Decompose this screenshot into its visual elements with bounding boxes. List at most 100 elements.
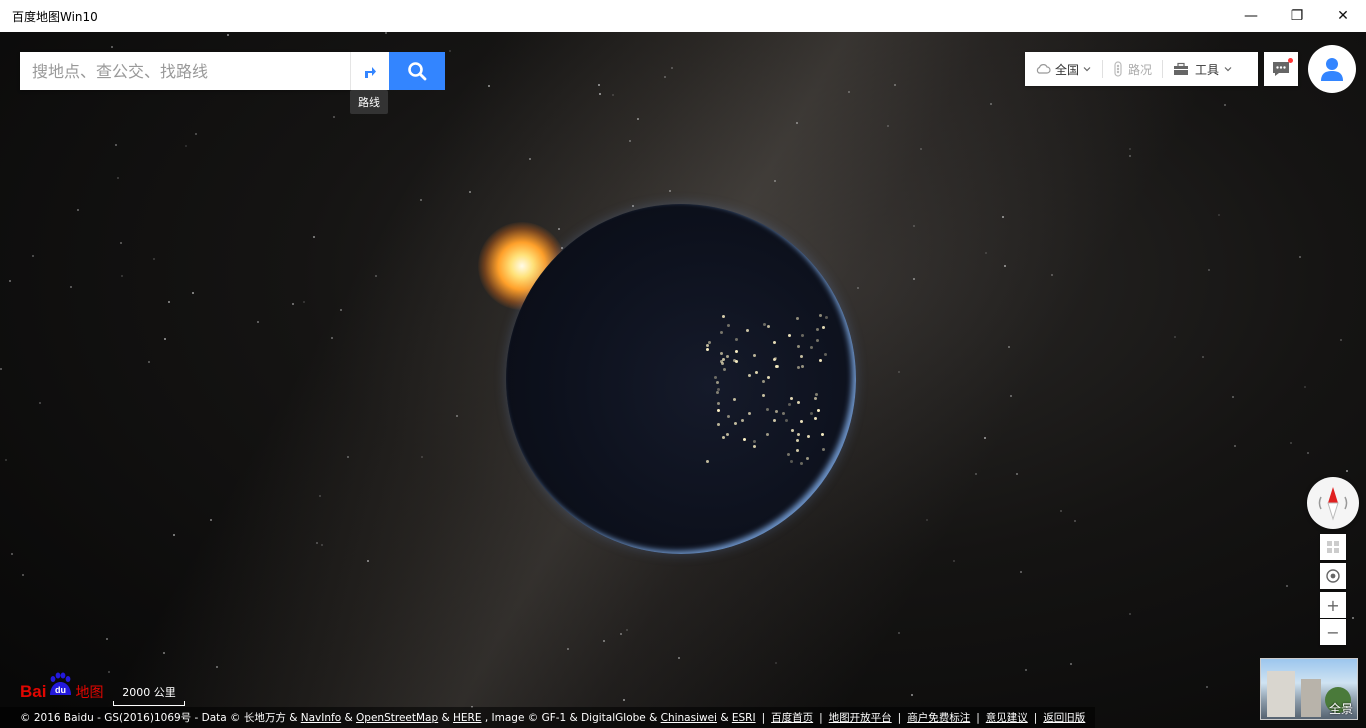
city-light (810, 346, 813, 349)
star (1025, 669, 1027, 671)
city-light (763, 323, 766, 326)
footer-link-open-platform[interactable]: 地图开放平台 (829, 710, 892, 725)
footer-link-merchant[interactable]: 商户免费标注 (907, 710, 970, 725)
footer-link-baidu-home[interactable]: 百度首页 (771, 710, 813, 725)
city-light (787, 453, 790, 456)
city-light (753, 354, 756, 357)
tools-label: 工具 (1195, 62, 1220, 77)
city-light (816, 328, 819, 331)
zoom-out-button[interactable]: − (1320, 619, 1346, 645)
panorama-building (1267, 671, 1295, 717)
star (1340, 339, 1342, 341)
star (313, 236, 315, 238)
earth-globe[interactable] (506, 204, 856, 554)
star (1070, 663, 1072, 665)
city-selector[interactable]: 全国 (1025, 52, 1102, 86)
user-avatar-button[interactable] (1308, 45, 1356, 93)
city-light (755, 371, 758, 374)
openstreetmap-link[interactable]: OpenStreetMap (356, 712, 438, 724)
esri-link[interactable]: ESRI (732, 712, 756, 724)
city-light (785, 419, 788, 422)
city-light (819, 314, 822, 317)
layer-grid-button[interactable] (1320, 534, 1346, 560)
city-light (762, 394, 765, 397)
star (421, 456, 423, 458)
city-light (743, 438, 746, 441)
star (375, 275, 377, 277)
city-light (775, 410, 778, 413)
city-light (722, 358, 725, 361)
city-light (706, 344, 709, 347)
star (148, 361, 150, 363)
star (115, 144, 117, 146)
star (120, 242, 122, 244)
here-link[interactable]: HERE (453, 712, 481, 724)
star (22, 574, 24, 576)
star (210, 519, 212, 521)
compass-icon (1318, 487, 1348, 521)
city-light (797, 345, 800, 348)
star (153, 258, 155, 260)
search-button[interactable] (389, 52, 445, 90)
message-button[interactable] (1264, 52, 1298, 86)
city-light (753, 440, 756, 443)
traffic-label: 路况 (1128, 62, 1153, 77)
city-light (706, 348, 709, 351)
star (1129, 613, 1131, 615)
panorama-label: 全景 (1328, 702, 1353, 716)
city-light (726, 433, 729, 436)
footer-link-old-version[interactable]: 返回旧版 (1043, 710, 1085, 725)
chinasiwei-link[interactable]: Chinasiwei (661, 712, 717, 724)
city-light (720, 331, 723, 334)
star (1224, 104, 1226, 106)
star (1129, 155, 1131, 157)
route-button[interactable] (350, 52, 389, 90)
maximize-button[interactable]: ❐ (1274, 0, 1320, 32)
city-light (717, 388, 720, 391)
city-light (774, 357, 777, 360)
city-light (734, 422, 737, 425)
tools-menu[interactable]: 工具 (1163, 52, 1243, 86)
paw-logo-icon: du (47, 672, 73, 702)
star (664, 76, 666, 78)
star (1074, 520, 1076, 522)
close-button[interactable]: ✕ (1320, 0, 1366, 32)
compass-control[interactable] (1307, 477, 1359, 529)
city-light (722, 315, 725, 318)
star (612, 94, 614, 96)
amp-text: & (720, 711, 729, 724)
city-light (767, 325, 770, 328)
traffic-light-icon (1114, 61, 1122, 77)
search-box (20, 52, 350, 90)
zoom-in-button[interactable]: + (1320, 592, 1346, 618)
city-light (726, 355, 729, 358)
minimize-button[interactable]: — (1228, 0, 1274, 32)
city-light (788, 403, 791, 406)
city-light (791, 429, 794, 432)
city-light (821, 433, 824, 436)
user-icon (1321, 58, 1343, 81)
star (953, 560, 955, 562)
traffic-button[interactable]: 路况 (1103, 52, 1162, 86)
panorama-thumbnail[interactable]: 全景 (1260, 658, 1358, 720)
search-input[interactable] (30, 52, 344, 90)
star (911, 694, 913, 696)
map-canvas[interactable] (0, 32, 1366, 728)
city-light (727, 324, 730, 327)
city-light (807, 435, 810, 438)
star (1010, 395, 1012, 397)
star (449, 50, 451, 52)
city-light (790, 397, 793, 400)
locate-button[interactable] (1320, 563, 1346, 589)
logo-bai: Bai (20, 682, 47, 701)
star (1208, 269, 1210, 271)
logo-du: du (55, 685, 66, 695)
footer-link-feedback[interactable]: 意见建议 (986, 710, 1028, 725)
star (848, 91, 850, 93)
copyright-bar: © 2016 Baidu - GS(2016)1069号 - Data © 长地… (0, 707, 1096, 728)
star (1290, 442, 1292, 444)
search-icon (408, 62, 427, 81)
star (117, 177, 119, 179)
navinfo-link[interactable]: NavInfo (301, 712, 341, 724)
star (599, 93, 601, 95)
